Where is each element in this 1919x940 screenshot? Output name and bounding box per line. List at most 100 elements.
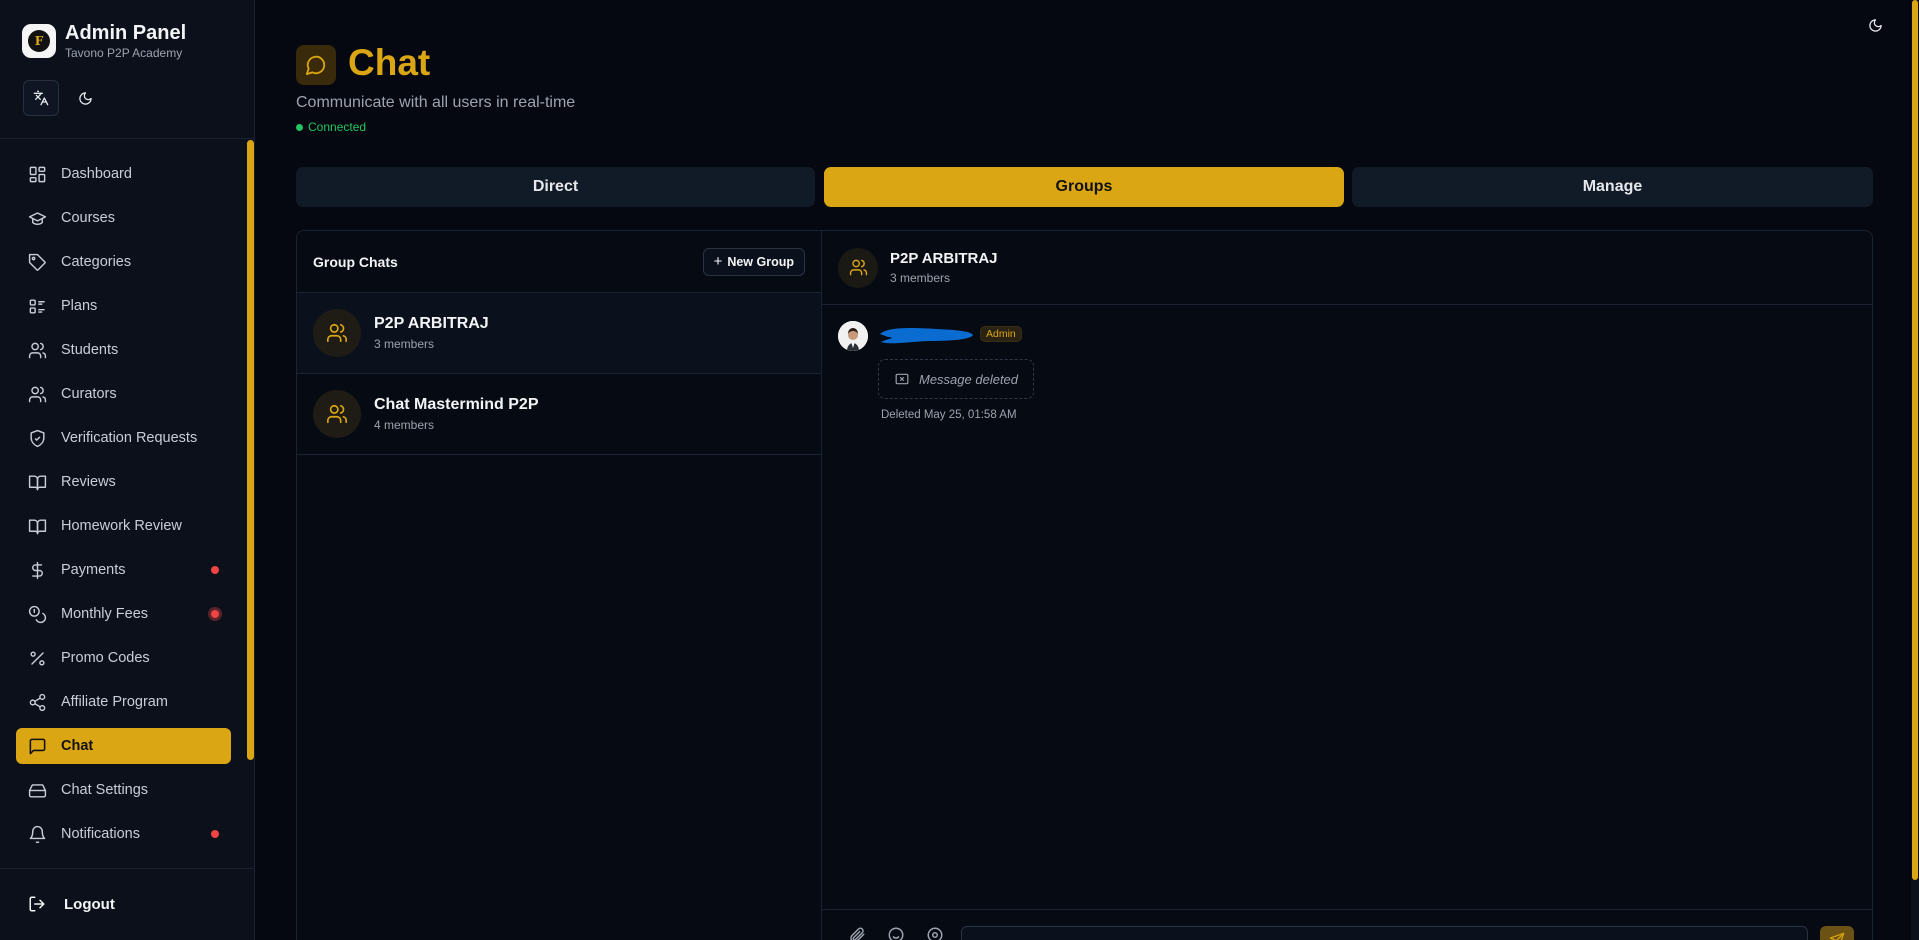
sidebar-item-monthly-fees[interactable]: Monthly Fees [16,596,231,632]
sidebar-item-categories[interactable]: Categories [16,244,231,280]
users-icon [327,323,347,343]
sidebar-scrollbar-thumb[interactable] [247,140,254,760]
group-item[interactable]: P2P ARBITRAJ 3 members [297,293,821,374]
notification-dot [211,610,219,618]
sidebar-item-label: Chat Settings [61,782,149,798]
emoji-icon[interactable] [887,926,905,940]
sidebar-item-label: Curators [61,386,117,402]
app-root: F Admin Panel Tavono P2P Academy Dashboa… [0,0,1919,940]
avatar[interactable] [838,321,868,351]
logout-label: Logout [64,895,115,913]
page-subtitle: Communicate with all users in real-time [296,94,576,111]
paperclip-icon[interactable] [848,926,866,940]
sidebar: F Admin Panel Tavono P2P Academy Dashboa… [0,0,255,940]
logout-icon [29,896,45,912]
translate-icon [33,90,49,106]
redacted-name-mark [880,328,973,344]
language-button[interactable] [23,80,59,116]
group-item[interactable]: Chat Mastermind P2P 4 members [297,374,821,455]
group-members: 3 members [374,337,435,351]
sidebar-item-promo-codes[interactable]: Promo Codes [16,640,231,676]
sidebar-item-label: Students [61,342,119,358]
drive-icon [28,783,47,798]
new-group-button[interactable]: + New Group [702,247,805,276]
sidebar-item-curators[interactable]: Curators [16,376,231,412]
sidebar-item-reviews[interactable]: Reviews [16,464,231,500]
connection-status: Connected [296,120,366,134]
page-scrollbar-thumb[interactable] [1912,0,1918,880]
group-list-title: Group Chats [313,253,398,270]
sidebar-item-verification-requests[interactable]: Verification Requests [16,420,231,456]
notification-dot [211,830,219,838]
tab-manage[interactable]: Manage [1352,167,1873,207]
sidebar-item-chat[interactable]: Chat [16,728,231,764]
sidebar-bottom-divider [0,868,254,869]
coins-icon [28,605,47,623]
brand-title: Admin Panel [65,22,187,44]
book-icon [28,518,47,534]
chat-group-avatar [838,247,878,288]
book-icon [28,474,47,490]
brand[interactable]: F Admin Panel Tavono P2P Academy [22,22,186,60]
message-input[interactable] [961,926,1808,940]
sidebar-nav: Dashboard Courses Categories Plans Stude… [16,156,231,866]
sidebar-item-label: Verification Requests [61,430,198,446]
brand-logo: F [22,24,56,58]
send-button[interactable] [1820,926,1854,940]
sidebar-item-label: Plans [61,298,98,314]
theme-toggle-button[interactable] [67,80,103,116]
sidebar-item-plans[interactable]: Plans [16,288,231,324]
sidebar-item-affiliate-program[interactable]: Affiliate Program [16,684,231,720]
users-icon [327,404,347,424]
new-group-label: New Group [727,254,794,269]
admin-badge: Admin [980,326,1022,342]
brand-subtitle: Tavono P2P Academy [65,46,183,60]
users-icon [28,342,47,358]
sidebar-item-label: Promo Codes [61,650,150,666]
sidebar-item-label: Dashboard [61,166,132,182]
deleted-message-icon [895,373,909,385]
sidebar-item-notifications[interactable]: Notifications [16,816,231,852]
sidebar-item-students[interactable]: Students [16,332,231,368]
status-dot [296,123,303,131]
sidebar-item-dashboard[interactable]: Dashboard [16,156,231,192]
sidebar-item-label: Notifications [61,826,140,842]
page-title: Chat [348,42,431,83]
message-text: Message deleted [919,371,1019,387]
group-name: Chat Mastermind P2P [374,396,539,413]
group-list: Group Chats + New Group P2P ARBITRAJ 3 m… [297,231,822,940]
chat-members: 3 members [890,271,951,285]
sidebar-item-label: Payments [61,562,126,578]
chat-name: P2P ARBITRAJ [890,250,998,267]
sidebar-controls [23,80,103,116]
percent-icon [30,650,45,666]
message-deleted-timestamp: Deleted May 25, 01:58 AM [881,409,1017,421]
list-icon [29,298,45,314]
brand-logo-mark: F [28,30,50,52]
send-icon [1829,932,1845,940]
share-icon [29,693,46,711]
logout-button[interactable]: Logout [28,895,115,913]
sidebar-item-label: Homework Review [61,518,182,534]
sidebar-item-chat-settings[interactable]: Chat Settings [16,772,231,808]
sidebar-item-label: Monthly Fees [61,606,149,622]
tag-icon [28,253,46,271]
tab-groups[interactable]: Groups [824,167,1344,207]
sidebar-item-label: Reviews [61,474,116,490]
group-avatar [313,390,361,438]
chat-header-icon [296,45,336,85]
sidebar-item-payments[interactable]: Payments [16,552,231,588]
notification-dot [211,566,219,574]
message-circle-icon [305,55,326,76]
dollar-icon [32,561,43,579]
users-icon [849,259,867,276]
sticker-icon[interactable] [926,926,944,940]
sidebar-item-homework-review[interactable]: Homework Review [16,508,231,544]
theme-toggle-top[interactable] [1868,18,1883,38]
sidebar-divider [0,138,254,139]
users-icon [28,386,47,402]
moon-icon [78,91,92,105]
tab-direct[interactable]: Direct [296,167,815,207]
sidebar-item-courses[interactable]: Courses [16,200,231,236]
group-name: P2P ARBITRAJ [374,315,489,332]
